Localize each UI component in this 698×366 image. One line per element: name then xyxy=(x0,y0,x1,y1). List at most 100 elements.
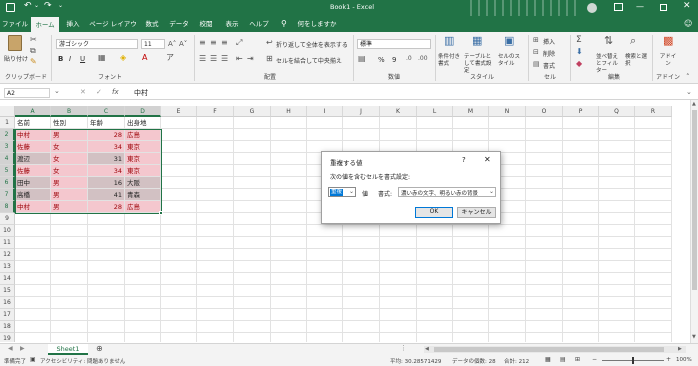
row-header-17[interactable]: 17 xyxy=(0,309,15,321)
row-header-15[interactable]: 15 xyxy=(0,285,15,297)
tab-insert[interactable]: 挿入 xyxy=(62,16,84,32)
cell-n1[interactable] xyxy=(489,117,526,129)
row-header-18[interactable]: 18 xyxy=(0,321,15,333)
cell-f10[interactable] xyxy=(197,225,234,237)
cell-i14[interactable] xyxy=(307,273,343,285)
cell-e14[interactable] xyxy=(161,273,197,285)
row-header-13[interactable]: 13 xyxy=(0,261,15,273)
cell-p11[interactable] xyxy=(563,237,599,249)
row-header-2[interactable]: 2 xyxy=(0,129,15,141)
cell-q8[interactable] xyxy=(599,201,635,213)
cell-r3[interactable] xyxy=(635,141,672,153)
cell-a9[interactable] xyxy=(15,213,51,225)
column-header-c[interactable]: C xyxy=(88,106,125,117)
cell-e10[interactable] xyxy=(161,225,197,237)
value-type-select[interactable]: 重複 ⌄ xyxy=(328,187,356,197)
cell-k14[interactable] xyxy=(380,273,417,285)
cell-m17[interactable] xyxy=(453,309,489,321)
name-box[interactable]: A2 xyxy=(4,88,50,98)
column-header-r[interactable]: R xyxy=(635,106,672,117)
page-break-view-icon[interactable]: ⊞ xyxy=(575,356,580,363)
column-header-l[interactable]: L xyxy=(417,106,453,117)
cell-i15[interactable] xyxy=(307,285,343,297)
cell-r1[interactable] xyxy=(635,117,672,129)
cell-g8[interactable] xyxy=(234,201,271,213)
cell-f7[interactable] xyxy=(197,189,234,201)
row-header-16[interactable]: 16 xyxy=(0,297,15,309)
autosum-icon[interactable]: Σ xyxy=(576,35,582,45)
cell-o4[interactable] xyxy=(526,153,563,165)
sheet-tab-sheet1[interactable]: Sheet1 xyxy=(48,344,88,355)
format-select[interactable]: 濃い赤の文字、明るい赤の背景 ⌄ xyxy=(398,187,496,197)
addins-button[interactable]: アドイン xyxy=(658,54,678,68)
outdent-icon[interactable]: ⇥ xyxy=(247,54,254,64)
cell-c13[interactable] xyxy=(88,261,125,273)
conditional-format-button[interactable]: 条件付き書式 xyxy=(438,54,462,68)
cell-j1[interactable] xyxy=(343,117,380,129)
column-header-o[interactable]: O xyxy=(526,106,563,117)
cell-i16[interactable] xyxy=(307,297,343,309)
cell-d9[interactable] xyxy=(125,213,161,225)
cell-g19[interactable] xyxy=(234,333,271,342)
cell-l16[interactable] xyxy=(417,297,453,309)
macro-record-icon[interactable]: ▣ xyxy=(30,356,36,363)
cut-icon[interactable]: ✂ xyxy=(30,35,37,45)
cell-n17[interactable] xyxy=(489,309,526,321)
confirm-entry-icon[interactable]: ✓ xyxy=(96,88,102,96)
cell-o8[interactable] xyxy=(526,201,563,213)
cell-p7[interactable] xyxy=(563,189,599,201)
cell-e19[interactable] xyxy=(161,333,197,342)
grow-font-icon[interactable]: A˄ xyxy=(168,39,176,49)
row-header-10[interactable]: 10 xyxy=(0,225,15,237)
close-button[interactable]: ✕ xyxy=(683,1,691,11)
column-header-n[interactable]: N xyxy=(489,106,526,117)
cell-o2[interactable] xyxy=(526,129,563,141)
row-header-6[interactable]: 6 xyxy=(0,177,15,189)
cell-o3[interactable] xyxy=(526,141,563,153)
cell-b15[interactable] xyxy=(51,285,88,297)
cell-n11[interactable] xyxy=(489,237,526,249)
cell-l11[interactable] xyxy=(417,237,453,249)
column-header-b[interactable]: B xyxy=(51,106,88,117)
decrease-decimal-icon[interactable]: .00 xyxy=(418,54,428,64)
cell-e15[interactable] xyxy=(161,285,197,297)
dialog-close-button[interactable]: ✕ xyxy=(484,155,491,164)
cell-l1[interactable] xyxy=(417,117,453,129)
cell-b10[interactable] xyxy=(51,225,88,237)
number-format-select[interactable]: 標準 xyxy=(357,39,431,49)
cell-n14[interactable] xyxy=(489,273,526,285)
row-header-12[interactable]: 12 xyxy=(0,249,15,261)
cell-e2[interactable] xyxy=(161,129,197,141)
cell-p1[interactable] xyxy=(563,117,599,129)
cell-a11[interactable] xyxy=(15,237,51,249)
cell-c17[interactable] xyxy=(88,309,125,321)
column-header-k[interactable]: K xyxy=(380,106,417,117)
cell-c12[interactable] xyxy=(88,249,125,261)
cell-r19[interactable] xyxy=(635,333,672,342)
align-right-icon[interactable]: ☰ xyxy=(221,54,228,64)
zoom-slider-thumb[interactable] xyxy=(632,357,634,364)
cell-b14[interactable] xyxy=(51,273,88,285)
cell-f6[interactable] xyxy=(197,177,234,189)
cell-q1[interactable] xyxy=(599,117,635,129)
column-header-q[interactable]: Q xyxy=(599,106,635,117)
font-size-select[interactable]: 11 xyxy=(141,39,165,49)
cell-n16[interactable] xyxy=(489,297,526,309)
column-header-j[interactable]: J xyxy=(343,106,380,117)
cell-r15[interactable] xyxy=(635,285,672,297)
paste-label[interactable]: 貼り付け xyxy=(4,54,28,63)
cell-a10[interactable] xyxy=(15,225,51,237)
cell-h9[interactable] xyxy=(271,213,307,225)
cell-j19[interactable] xyxy=(343,333,380,342)
cell-f15[interactable] xyxy=(197,285,234,297)
cell-o16[interactable] xyxy=(526,297,563,309)
cell-n15[interactable] xyxy=(489,285,526,297)
cell-p9[interactable] xyxy=(563,213,599,225)
shrink-font-icon[interactable]: A˅ xyxy=(179,39,187,49)
cell-p12[interactable] xyxy=(563,249,599,261)
cell-g9[interactable] xyxy=(234,213,271,225)
align-center-icon[interactable]: ☰ xyxy=(210,54,217,64)
cell-k10[interactable] xyxy=(380,225,417,237)
scroll-up-icon[interactable]: ▲ xyxy=(692,101,696,107)
cell-k15[interactable] xyxy=(380,285,417,297)
